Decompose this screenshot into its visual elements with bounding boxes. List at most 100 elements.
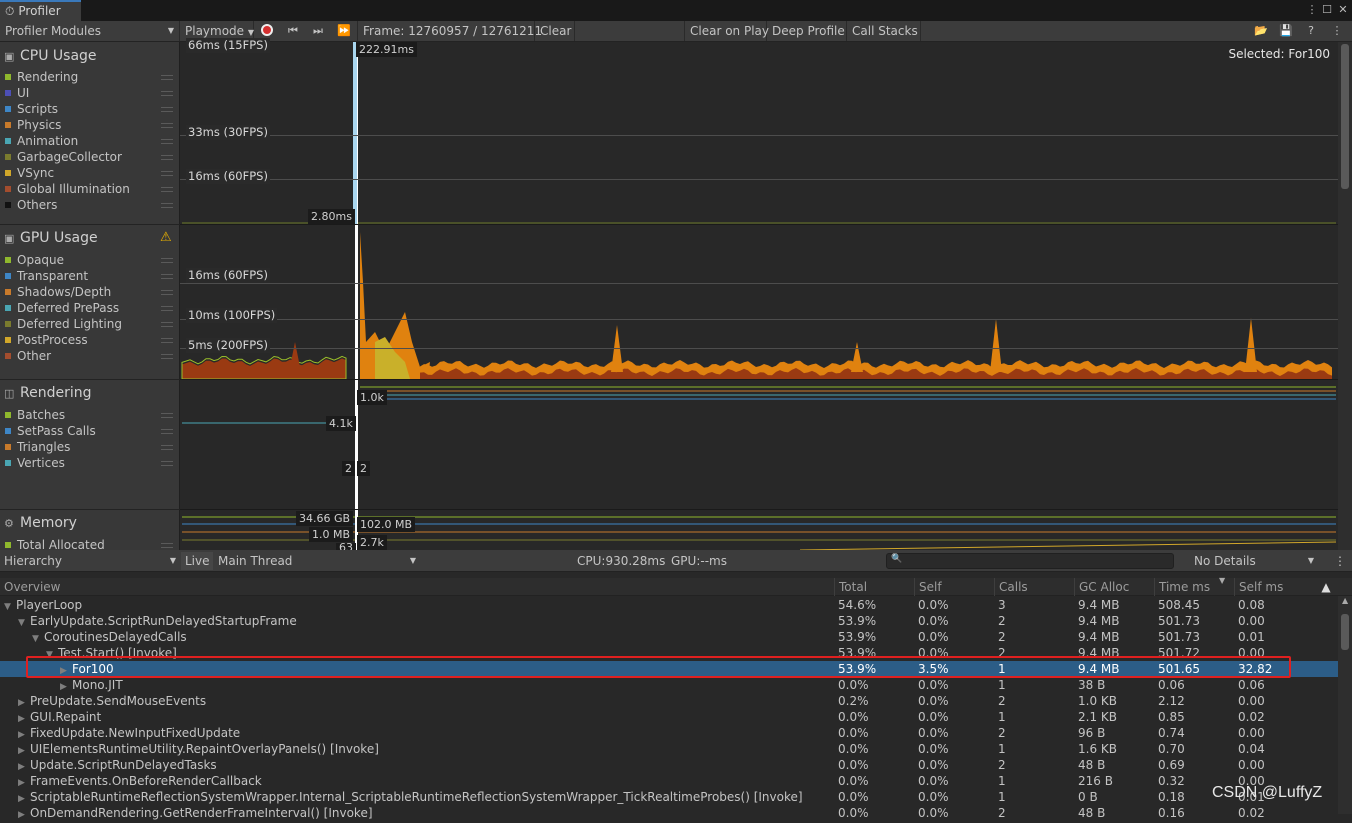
help-button[interactable]: ?: [1300, 22, 1322, 40]
view-dropdown[interactable]: Hierarchy ▼: [0, 552, 180, 570]
cpu-legend-item[interactable]: UI: [5, 85, 29, 101]
drag-handle-icon[interactable]: [161, 107, 173, 112]
drag-handle-icon[interactable]: [161, 543, 173, 548]
gpu-legend-item[interactable]: PostProcess: [5, 332, 88, 348]
previous-frame-button[interactable]: ⏮: [282, 22, 304, 40]
cpu-legend-item[interactable]: Global Illumination: [5, 181, 130, 197]
memory-module-header[interactable]: ⚙ Memory: [4, 513, 77, 533]
table-row[interactable]: ▶ FixedUpdate.NewInputFixedUpdate 0.0% 0.0%…: [0, 725, 1338, 741]
live-toggle[interactable]: Live: [181, 552, 213, 570]
gpu-legend-item[interactable]: Deferred Lighting: [5, 316, 122, 332]
drag-handle-icon[interactable]: [161, 338, 173, 343]
row-time-cell: 501.73: [1158, 630, 1200, 644]
scroll-up-icon[interactable]: ▲: [1342, 596, 1348, 605]
table-row[interactable]: ▶ ScriptableRuntimeReflectionSystemWrappe…: [0, 789, 1338, 805]
gpu-module-header[interactable]: ▣ GPU Usage: [4, 228, 98, 248]
details-menu-button[interactable]: ⋮: [1330, 552, 1346, 570]
drag-handle-icon[interactable]: [161, 139, 173, 144]
drag-handle-icon[interactable]: [161, 187, 173, 192]
table-row[interactable]: ▼ EarlyUpdate.ScriptRunDelayedStartupFram…: [0, 613, 1338, 629]
toolbar-menu-button[interactable]: ⋮: [1326, 22, 1348, 40]
rendering-legend-item[interactable]: Batches: [5, 407, 65, 423]
table-row[interactable]: ▶ UIElementsRuntimeUtility.RepaintOverlay…: [0, 741, 1338, 757]
table-row[interactable]: ▶ Mono.JIT 0.0% 0.0% 1 38 B 0.06 0.06: [0, 677, 1338, 693]
hierarchy-scrollbar[interactable]: ▲: [1338, 596, 1352, 814]
row-time-cell: 0.85: [1158, 710, 1185, 724]
cpu-module-header[interactable]: ▣ CPU Usage: [4, 46, 97, 66]
gpu-icon: ▣: [4, 232, 15, 245]
profiler-modules-dropdown[interactable]: Profiler Modules ▼: [0, 21, 180, 41]
table-row[interactable]: ▶ OnDemandRendering.GetRenderFrameInterva…: [0, 805, 1338, 821]
drag-handle-icon[interactable]: [161, 91, 173, 96]
drag-handle-icon[interactable]: [161, 123, 173, 128]
cpu-legend-item[interactable]: GarbageCollector: [5, 149, 122, 165]
column-self[interactable]: Self: [914, 578, 994, 596]
drag-handle-icon[interactable]: [161, 429, 173, 434]
more-options-icon[interactable]: ⋮: [1305, 3, 1319, 17]
memory-value-gfx: 1.0 MB: [309, 527, 354, 542]
drag-handle-icon[interactable]: [161, 445, 173, 450]
drag-handle-icon[interactable]: [161, 290, 173, 295]
legend-swatch: [5, 542, 11, 548]
maximize-icon[interactable]: ☐: [1320, 3, 1334, 17]
drag-handle-icon[interactable]: [161, 306, 173, 311]
drag-handle-icon[interactable]: [161, 413, 173, 418]
search-input[interactable]: 🔍: [886, 553, 1174, 569]
details-dropdown[interactable]: No Details ▼: [1190, 552, 1318, 570]
thread-dropdown[interactable]: Main Thread ▼: [214, 552, 420, 570]
gpu-legend-item[interactable]: Other: [5, 348, 51, 364]
module-divider: [0, 509, 180, 510]
rendering-legend-item[interactable]: Triangles: [5, 439, 70, 455]
scrollbar-thumb[interactable]: [1341, 44, 1349, 189]
column-calls[interactable]: Calls: [994, 578, 1074, 596]
rendering-module-header[interactable]: ◫ Rendering: [4, 383, 92, 403]
profiler-charts[interactable]: 66ms (15FPS) 33ms (30FPS) 16ms (60FPS) 2…: [180, 38, 1338, 550]
cpu-legend-item[interactable]: Rendering: [5, 69, 78, 85]
gpu-legend-item[interactable]: Transparent: [5, 268, 88, 284]
clear-on-play-toggle[interactable]: Clear on Play: [684, 21, 769, 41]
current-frame-button[interactable]: ⏩: [333, 22, 355, 40]
table-row[interactable]: ▶ PreUpdate.SendMouseEvents 0.2% 0.0% 2 1.0 K…: [0, 693, 1338, 709]
column-self-ms[interactable]: Self ms: [1234, 578, 1314, 596]
drag-handle-icon[interactable]: [161, 461, 173, 466]
save-button[interactable]: 💾: [1275, 22, 1297, 40]
table-row[interactable]: ▼ PlayerLoop 54.6% 0.0% 3 9.4 MB 508.45 0.08: [0, 597, 1338, 613]
rendering-legend-item[interactable]: Vertices: [5, 455, 65, 471]
cpu-legend-item[interactable]: Scripts: [5, 101, 58, 117]
table-row[interactable]: ▶ Update.ScriptRunDelayedTasks 0.0% 0.0% 2 48…: [0, 757, 1338, 773]
column-gc-alloc[interactable]: GC Alloc: [1074, 578, 1154, 596]
table-row[interactable]: ▶ GUI.Repaint 0.0% 0.0% 1 2.1 KB 0.85 0.02: [0, 709, 1338, 725]
table-row[interactable]: ▶ FrameEvents.OnBeforeRenderCallback 0.0% 0…: [0, 773, 1338, 789]
drag-handle-icon[interactable]: [161, 203, 173, 208]
call-stacks-toggle[interactable]: Call Stacks: [847, 21, 921, 41]
cpu-legend-item[interactable]: Others: [5, 197, 57, 213]
drag-handle-icon[interactable]: [161, 75, 173, 80]
deep-profile-toggle[interactable]: Deep Profile: [767, 21, 847, 41]
table-row[interactable]: ▼ CoroutinesDelayedCalls 53.9% 0.0% 2 9.4 MB 5…: [0, 629, 1338, 645]
warning-icon[interactable]: ⚠: [160, 230, 172, 245]
drag-handle-icon[interactable]: [161, 258, 173, 263]
legend-swatch: [5, 273, 11, 279]
gpu-legend-item[interactable]: Shadows/Depth: [5, 284, 111, 300]
clear-button[interactable]: Clear: [535, 21, 575, 41]
close-icon[interactable]: ✕: [1336, 3, 1350, 17]
gpu-legend-item[interactable]: Opaque: [5, 252, 64, 268]
drag-handle-icon[interactable]: [161, 322, 173, 327]
drag-handle-icon[interactable]: [161, 354, 173, 359]
drag-handle-icon[interactable]: [161, 171, 173, 176]
column-total[interactable]: Total: [834, 578, 914, 596]
cpu-legend-item[interactable]: Animation: [5, 133, 78, 149]
next-frame-button[interactable]: ⏭: [307, 22, 329, 40]
tab-profiler[interactable]: ⏱ Profiler: [0, 0, 81, 21]
scrollbar-thumb[interactable]: [1341, 614, 1349, 650]
charts-scrollbar[interactable]: [1338, 42, 1352, 550]
drag-handle-icon[interactable]: [161, 274, 173, 279]
cpu-legend-item[interactable]: VSync: [5, 165, 54, 181]
column-overview[interactable]: Overview: [0, 578, 834, 596]
gpu-legend-item[interactable]: Deferred PrePass: [5, 300, 119, 316]
drag-handle-icon[interactable]: [161, 155, 173, 160]
rendering-legend-item[interactable]: SetPass Calls: [5, 423, 96, 439]
load-button[interactable]: 📂: [1250, 22, 1272, 40]
cpu-legend-item[interactable]: Physics: [5, 117, 61, 133]
collapsed-arrow-icon[interactable]: ▶: [18, 807, 30, 823]
